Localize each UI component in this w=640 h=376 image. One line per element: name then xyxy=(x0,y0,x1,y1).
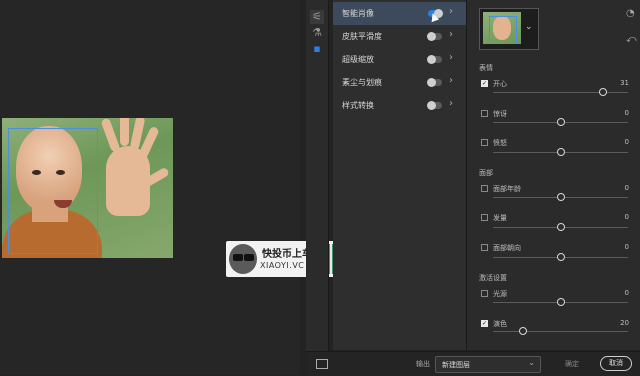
flask-icon[interactable]: ⚗ xyxy=(310,26,324,40)
filter-item-dust-scratches[interactable]: 素尘与划痕 › xyxy=(333,71,466,94)
filter-label: 超级缩放 xyxy=(342,55,374,64)
slider-knob-anger[interactable] xyxy=(557,148,565,156)
slider-track-color-render[interactable] xyxy=(493,327,628,335)
slider-knob-light[interactable] xyxy=(557,298,565,306)
filter-item-smart-portrait[interactable]: 智能肖像 › xyxy=(333,2,466,25)
checkbox-hair[interactable] xyxy=(481,214,488,221)
slider-label-color-render: 演色 xyxy=(493,320,507,328)
slider-label-anger: 愤怒 xyxy=(493,139,507,147)
slider-value-surprise: 0 xyxy=(624,109,629,117)
checkbox-surprise[interactable] xyxy=(481,110,488,117)
portrait-photo xyxy=(2,118,173,258)
checkbox-face-age[interactable] xyxy=(481,185,488,192)
output-select-value: 新建图层 xyxy=(442,361,470,369)
slider-value-light: 0 xyxy=(624,289,629,297)
slider-label-surprise: 惊讶 xyxy=(493,110,507,118)
slider-label-face-direction: 面部朝向 xyxy=(493,244,521,252)
slider-value-hair: 0 xyxy=(624,213,629,221)
slider-value-face-age: 0 xyxy=(624,184,629,192)
group-title-expression: 表情 xyxy=(479,64,493,72)
cartoon-avatar-icon xyxy=(229,244,257,274)
filter-toggle[interactable] xyxy=(427,101,442,110)
slider-track-happy[interactable] xyxy=(493,88,628,96)
filter-toggle[interactable] xyxy=(427,78,442,87)
checkbox-color-render[interactable]: ✓ xyxy=(481,320,488,327)
output-select[interactable]: 新建图层 ⌄ xyxy=(435,356,541,373)
chevron-right-icon[interactable]: › xyxy=(449,29,453,40)
slider-track-face-age[interactable] xyxy=(493,193,628,201)
slider-track-hair[interactable] xyxy=(493,223,628,231)
checkbox-face-direction[interactable] xyxy=(481,244,488,251)
output-label: 输出 xyxy=(416,360,430,368)
slider-value-anger: 0 xyxy=(624,138,629,146)
filter-label: 样式转换 xyxy=(342,101,374,110)
slider-label-hair: 发量 xyxy=(493,214,507,222)
filter-label: 智能肖像 xyxy=(342,9,374,18)
ok-button[interactable]: 确定 xyxy=(565,359,579,369)
filter-toggle[interactable] xyxy=(427,55,442,64)
filter-toggle[interactable] xyxy=(427,32,442,41)
group-title-face: 面部 xyxy=(479,169,493,177)
checkbox-happy[interactable]: ✓ xyxy=(481,80,488,87)
slider-label-happy: 开心 xyxy=(493,80,507,88)
filter-label: 素尘与划痕 xyxy=(342,78,382,87)
bottom-bar: 输出 新建图层 ⌄ 确定 取消 xyxy=(306,351,640,376)
face-detection-box xyxy=(8,128,98,254)
slider-knob-surprise[interactable] xyxy=(557,118,565,126)
neural-filter-list: 智能肖像 › 皮肤平滑度 › 超级缩放 › 素尘与划痕 › 样式转换 › xyxy=(333,0,467,350)
chevron-down-icon[interactable]: ⌄ xyxy=(525,22,533,32)
info-circle-icon[interactable]: ◔ xyxy=(626,8,635,19)
slider-knob-face-direction[interactable] xyxy=(557,253,565,261)
filter-item-super-zoom[interactable]: 超级缩放 › xyxy=(333,48,466,71)
watermark-line2: XIAOYI.VC xyxy=(260,261,305,270)
slider-label-light: 光源 xyxy=(493,290,507,298)
slider-knob-happy[interactable] xyxy=(599,88,607,96)
checkbox-light[interactable] xyxy=(481,290,488,297)
chevron-right-icon[interactable]: › xyxy=(449,98,453,109)
slider-knob-color-render[interactable] xyxy=(519,327,527,335)
slider-value-happy: 31 xyxy=(620,79,629,87)
slider-label-face-age: 面部年龄 xyxy=(493,185,521,193)
chevron-right-icon[interactable]: › xyxy=(449,6,453,17)
watermark-line1: 快投币上车 xyxy=(262,249,312,260)
face-thumbnail-selector[interactable]: ⌄ xyxy=(479,8,539,50)
slider-knob-hair[interactable] xyxy=(557,223,565,231)
cancel-button[interactable]: 取消 xyxy=(600,356,632,371)
filter-label: 皮肤平滑度 xyxy=(342,32,382,41)
slider-value-face-direction: 0 xyxy=(624,243,629,251)
slider-track-surprise[interactable] xyxy=(493,118,628,126)
marker-dot-icon: ▪ xyxy=(313,42,321,55)
chevron-right-icon[interactable]: › xyxy=(449,52,453,63)
slider-track-anger[interactable] xyxy=(493,148,628,156)
filters-panel-icon[interactable]: ⚟ xyxy=(310,10,324,24)
preview-toggle-icon[interactable] xyxy=(316,359,328,369)
chevron-down-icon: ⌄ xyxy=(528,358,535,367)
filter-item-style-transfer[interactable]: 样式转换 › xyxy=(333,94,466,117)
slider-value-color-render: 20 xyxy=(620,319,629,327)
slider-track-light[interactable] xyxy=(493,298,628,306)
chevron-right-icon[interactable]: › xyxy=(449,75,453,86)
slider-track-face-direction[interactable] xyxy=(493,253,628,261)
slider-knob-face-age[interactable] xyxy=(557,193,565,201)
reset-icon[interactable]: ⤺ xyxy=(626,34,637,45)
group-title-settings: 激活设置 xyxy=(479,274,507,282)
panel-icon-strip: ⚟ ⚗ ▪ xyxy=(306,0,329,375)
filter-item-skin-smoothing[interactable]: 皮肤平滑度 › xyxy=(333,25,466,48)
checkbox-anger[interactable] xyxy=(481,139,488,146)
image-canvas xyxy=(0,0,300,375)
